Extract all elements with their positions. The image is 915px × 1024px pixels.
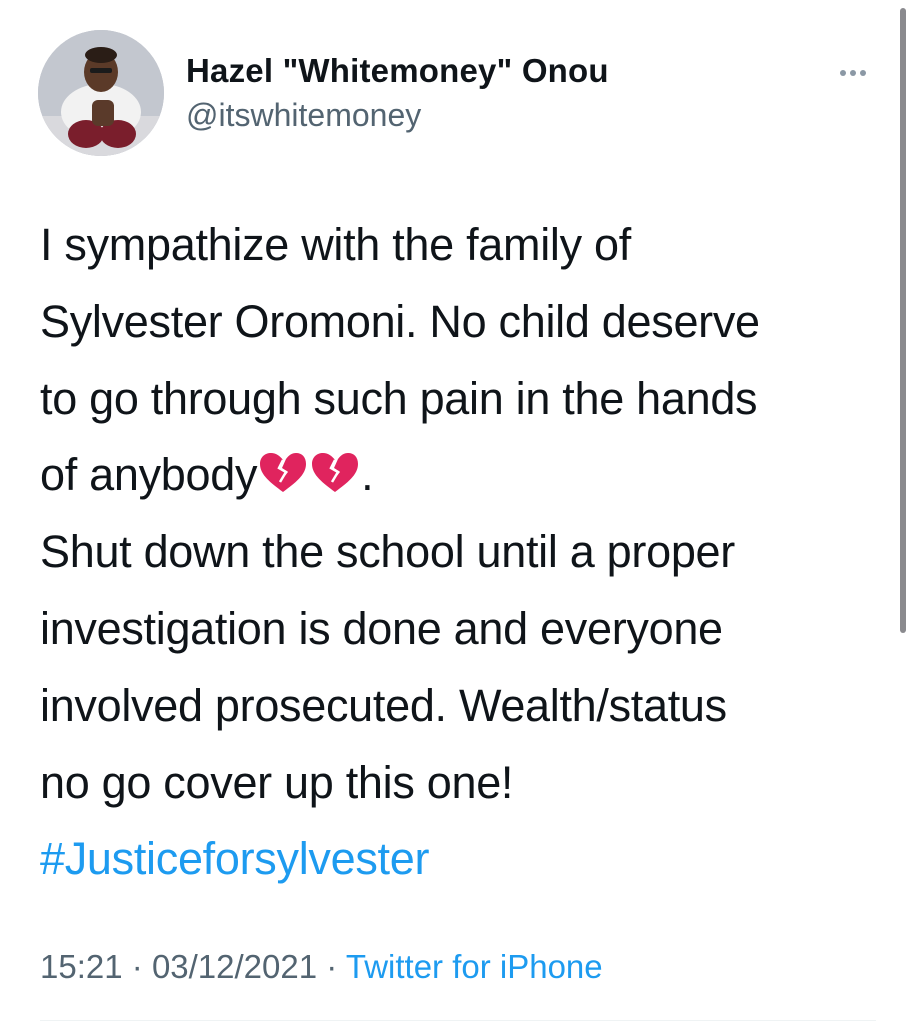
ellipsis-icon	[850, 70, 856, 76]
ellipsis-icon	[860, 70, 866, 76]
tweet-text-line: Sylvester Oromoni. No child deserve	[40, 295, 760, 347]
tweet-text-fragment: of anybody	[40, 449, 258, 501]
meta-separator: ·	[326, 948, 338, 985]
tweet-text-line: no go cover up this one!	[40, 756, 514, 808]
broken-heart-icon	[257, 450, 309, 496]
hashtag-link[interactable]: #Justiceforsylvester	[40, 833, 429, 884]
tweet-text-line: investigation is done and everyone	[40, 602, 723, 654]
tweet-metadata: 15:21 · 03/12/2021 · Twitter for iPhone	[40, 948, 603, 986]
tweet-text-line: Shut down the school until a proper	[40, 526, 735, 578]
avatar[interactable]	[38, 30, 164, 156]
tweet-text: I sympathize with the family of Sylveste…	[40, 207, 890, 898]
meta-separator: ·	[131, 948, 143, 985]
tweet-text-period: .	[361, 449, 374, 501]
tweet-text-line: involved prosecuted. Wealth/status	[40, 679, 727, 731]
divider	[40, 1020, 876, 1021]
author-handle[interactable]: @itswhitemoney	[186, 97, 421, 134]
broken-heart-icon	[309, 450, 361, 496]
ellipsis-icon	[840, 70, 846, 76]
tweet-source-link[interactable]: Twitter for iPhone	[346, 948, 603, 985]
tweet-text-line: to go through such pain in the hands	[40, 372, 758, 424]
tweet-text-line-with-emoji: of anybody.	[40, 437, 890, 514]
tweet-time[interactable]: 15:21	[40, 948, 123, 985]
tweet-hashtag-line: #Justiceforsylvester	[40, 821, 890, 898]
tweet-date[interactable]: 03/12/2021	[152, 948, 317, 985]
tweet-card: Hazel "Whitemoney" Onou @itswhitemoney I…	[0, 0, 915, 1024]
tweet-text-line: I sympathize with the family of	[40, 219, 631, 270]
profile-photo-icon	[38, 30, 164, 156]
author-display-name[interactable]: Hazel "Whitemoney" Onou	[186, 52, 609, 90]
more-options-button[interactable]	[828, 55, 878, 91]
scrollbar[interactable]	[900, 8, 906, 633]
